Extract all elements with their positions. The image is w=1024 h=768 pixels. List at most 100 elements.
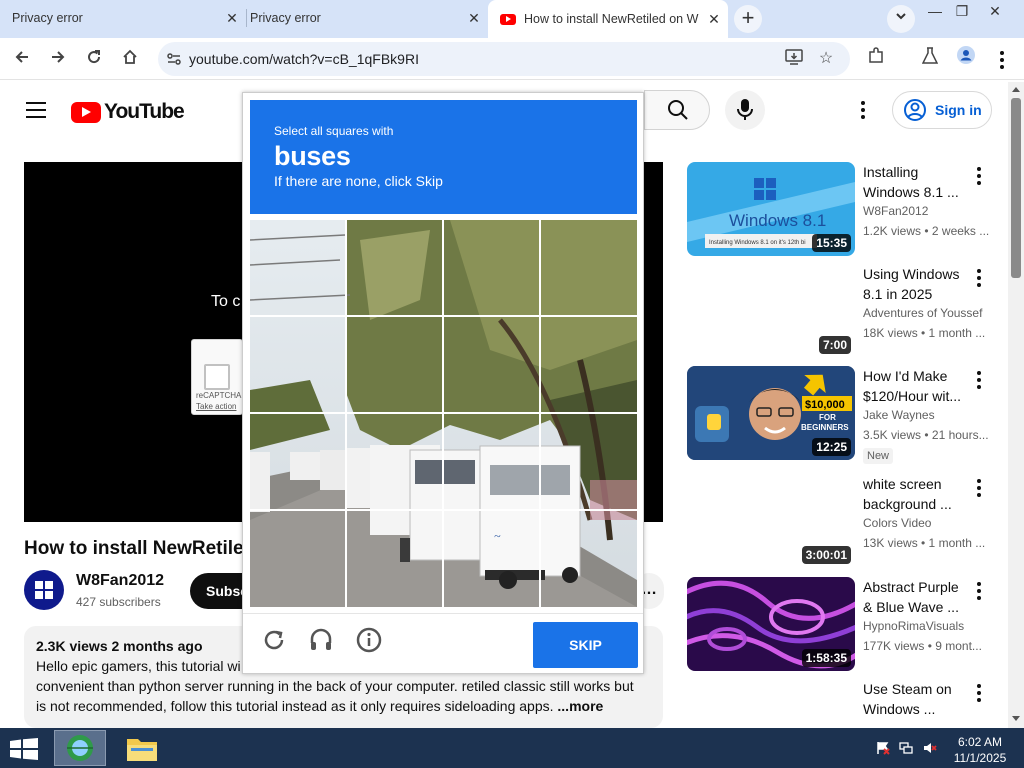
labs-button[interactable] bbox=[916, 45, 944, 73]
video-thumbnail[interactable]: $10,000 FOR BEGINNERS 12:25 bbox=[687, 366, 855, 460]
video-menu-icon[interactable] bbox=[977, 479, 981, 500]
recaptcha-action-link[interactable]: Take action bbox=[196, 402, 236, 411]
grid-tile[interactable] bbox=[250, 414, 347, 511]
new-tab-button[interactable]: + bbox=[734, 5, 762, 33]
channel-avatar[interactable] bbox=[24, 570, 64, 610]
install-app-icon[interactable] bbox=[784, 49, 804, 69]
video-title[interactable]: Use Steam on Windows ... bbox=[863, 679, 983, 719]
tab-youtube-active[interactable]: How to install NewRetiled on W ✕ bbox=[488, 0, 728, 38]
audio-challenge-icon[interactable] bbox=[307, 626, 335, 654]
address-bar[interactable]: youtube.com/watch?v=cB_1qFBk9RI ☆ bbox=[158, 42, 850, 76]
taskbar-app-file-explorer[interactable] bbox=[116, 730, 168, 766]
browser-menu-button[interactable] bbox=[988, 45, 1016, 73]
video-thumbnail[interactable]: 1:58:35 bbox=[687, 577, 855, 671]
youtube-logo[interactable]: YouTube bbox=[71, 100, 185, 124]
start-button[interactable] bbox=[10, 738, 38, 760]
tab-search-button[interactable] bbox=[887, 5, 915, 33]
sign-in-label: Sign in bbox=[935, 102, 982, 118]
forward-button[interactable] bbox=[44, 45, 72, 73]
video-menu-icon[interactable] bbox=[977, 371, 981, 392]
grid-tile[interactable] bbox=[444, 414, 541, 511]
video-thumbnail[interactable]: Windows 8.1 Installing Windows 8.1 on it… bbox=[687, 162, 855, 256]
system-clock[interactable]: 6:02 AM 11/1/2025 bbox=[948, 734, 1012, 766]
info-icon[interactable] bbox=[355, 626, 383, 654]
channel-name[interactable]: Jake Waynes bbox=[863, 408, 935, 422]
minimize-button[interactable]: — bbox=[920, 0, 950, 22]
restore-button[interactable]: ❐ bbox=[947, 0, 977, 22]
channel-name[interactable]: W8Fan2012 bbox=[76, 572, 164, 590]
scroll-down-arrow-icon[interactable] bbox=[1012, 716, 1020, 721]
grid-tile[interactable] bbox=[250, 317, 347, 414]
voice-search-button[interactable] bbox=[725, 90, 765, 130]
sign-in-button[interactable]: Sign in bbox=[892, 91, 992, 129]
grid-tile[interactable] bbox=[347, 317, 444, 414]
grid-tile[interactable] bbox=[541, 220, 637, 317]
video-menu-icon[interactable] bbox=[977, 582, 981, 603]
site-info-icon[interactable] bbox=[166, 51, 182, 67]
video-menu-icon[interactable] bbox=[977, 269, 981, 290]
recaptcha-checkbox[interactable] bbox=[204, 364, 230, 390]
grid-tile[interactable] bbox=[444, 511, 541, 607]
reload-challenge-icon[interactable] bbox=[260, 626, 288, 654]
video-title[interactable]: Using Windows 8.1 in 2025 bbox=[863, 264, 983, 304]
video-title[interactable]: white screen background ... bbox=[863, 474, 983, 514]
clock-date: 11/1/2025 bbox=[953, 751, 1007, 765]
channel-name[interactable]: HypnoRimaVisuals bbox=[863, 619, 964, 633]
volume-muted-icon[interactable] bbox=[923, 741, 937, 755]
description-line: is not recommended, follow this tutorial… bbox=[36, 696, 651, 716]
grid-tile[interactable] bbox=[250, 511, 347, 607]
recommendation-item[interactable]: 1:58:35 Abstract Purple & Blue Wave ... H… bbox=[687, 577, 1007, 677]
bookmark-star-icon[interactable]: ☆ bbox=[816, 49, 836, 69]
grid-tile[interactable] bbox=[444, 220, 541, 317]
video-title[interactable]: Installing Windows 8.1 ... bbox=[863, 162, 983, 202]
close-tab-icon[interactable]: ✕ bbox=[466, 10, 482, 27]
recommendation-item[interactable]: Windows 8.1 Installing Windows 8.1 on it… bbox=[687, 162, 1007, 262]
recommendation-item[interactable]: 7:00 Using Windows 8.1 in 2025 Adventures… bbox=[687, 264, 1007, 364]
close-tab-icon[interactable]: ✕ bbox=[224, 10, 240, 27]
skip-button[interactable]: SKIP bbox=[533, 622, 638, 668]
action-center-flag-icon[interactable] bbox=[876, 741, 890, 755]
search-button[interactable] bbox=[644, 90, 710, 130]
grid-tile[interactable] bbox=[541, 511, 637, 607]
network-icon[interactable] bbox=[899, 741, 913, 755]
taskbar-app-browser[interactable] bbox=[54, 730, 106, 766]
channel-name[interactable]: W8Fan2012 bbox=[863, 204, 928, 218]
back-button[interactable] bbox=[8, 45, 36, 73]
video-menu-icon[interactable] bbox=[977, 167, 981, 188]
recommendation-item[interactable]: Use Steam on Windows ... bbox=[687, 679, 1007, 727]
guide-menu-button[interactable] bbox=[26, 102, 46, 118]
show-more-link[interactable]: ...more bbox=[557, 698, 603, 714]
challenge-target: buses bbox=[274, 141, 351, 171]
settings-menu-icon[interactable] bbox=[861, 101, 865, 122]
video-thumbnail[interactable]: 3:00:01 bbox=[687, 474, 855, 568]
recommendation-item[interactable]: 3:00:01 white screen background ... Color… bbox=[687, 474, 1007, 574]
tab-title: Privacy error bbox=[12, 11, 83, 25]
grid-tile[interactable] bbox=[444, 317, 541, 414]
video-thumbnail[interactable]: 7:00 bbox=[687, 264, 855, 358]
recommendation-item[interactable]: $10,000 FOR BEGINNERS 12:25 How I'd Make… bbox=[687, 366, 1007, 476]
video-title[interactable]: Abstract Purple & Blue Wave ... bbox=[863, 577, 983, 617]
close-window-button[interactable]: ✕ bbox=[980, 0, 1010, 22]
video-menu-icon[interactable] bbox=[977, 684, 981, 705]
grid-tile[interactable] bbox=[250, 220, 347, 317]
tab-privacy-error-2[interactable]: Privacy error ✕ bbox=[246, 0, 488, 36]
tab-privacy-error-1[interactable]: Privacy error ✕ bbox=[0, 0, 246, 36]
grid-tile[interactable] bbox=[347, 414, 444, 511]
reload-button[interactable] bbox=[80, 45, 108, 73]
channel-name[interactable]: Adventures of Youssef bbox=[863, 306, 982, 320]
extensions-button[interactable] bbox=[862, 45, 890, 73]
grid-tile[interactable] bbox=[347, 511, 444, 607]
grid-tile[interactable] bbox=[541, 317, 637, 414]
channel-name[interactable]: Colors Video bbox=[863, 516, 931, 530]
grid-tile[interactable] bbox=[541, 414, 637, 511]
profile-button[interactable] bbox=[952, 45, 980, 73]
video-title[interactable]: How I'd Make $120/Hour wit... bbox=[863, 366, 983, 406]
grid-tile[interactable] bbox=[347, 220, 444, 317]
scrollbar-thumb[interactable] bbox=[1011, 98, 1021, 278]
close-tab-icon[interactable]: ✕ bbox=[706, 11, 722, 28]
video-stats: 1.2K views • 2 weeks ... bbox=[863, 224, 990, 238]
home-button[interactable] bbox=[116, 45, 144, 73]
page-scrollbar[interactable] bbox=[1008, 82, 1024, 728]
scroll-up-arrow-icon[interactable] bbox=[1012, 87, 1020, 92]
recaptcha-widget[interactable]: reCAPTCHA Take action bbox=[191, 339, 243, 415]
